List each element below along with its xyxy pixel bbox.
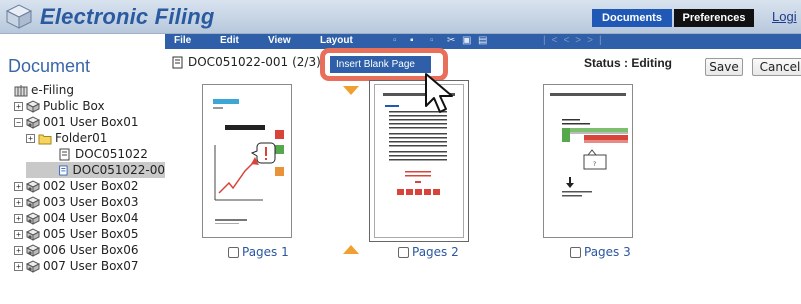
app-header: Electronic Filing Documents Preferences … xyxy=(0,0,801,34)
tree-item-public-box[interactable]: + Public Box xyxy=(14,98,105,114)
tree-label: Folder01 xyxy=(55,131,108,145)
save-icon[interactable]: ▪ xyxy=(410,36,420,46)
insert-blank-page-menu-item[interactable]: Insert Blank Page xyxy=(330,56,431,73)
menu-view[interactable]: View xyxy=(268,35,291,46)
tree-label: DOC051022-00 xyxy=(72,163,165,177)
page-1-checkbox[interactable] xyxy=(228,246,239,258)
tree-label: 007 User Box07 xyxy=(43,259,139,273)
cancel-button[interactable]: Cancel xyxy=(752,58,801,76)
menu-bar: File Edit View Layout ▫ ▪ ▫ ✂ ▣ ▤ |<<>>| xyxy=(165,34,801,49)
expand-toggle-icon[interactable]: + xyxy=(14,213,23,223)
status-text: Status : Editing xyxy=(584,56,672,70)
user-box-icon xyxy=(26,259,40,273)
tree-label: Public Box xyxy=(43,99,105,113)
expand-toggle-icon[interactable]: + xyxy=(14,229,23,239)
page-3-label: Pages 3 xyxy=(584,245,631,259)
tree-item-user-box01[interactable]: − 001 User Box01 xyxy=(14,114,138,130)
tree-item-doc051022-001[interactable]: DOC051022-00 xyxy=(26,162,165,178)
tab-preferences[interactable]: Preferences xyxy=(674,9,754,27)
sidebar-title: Document xyxy=(8,56,91,76)
page-label-2: Pages 2 xyxy=(398,245,459,259)
page-3-checkbox[interactable] xyxy=(570,246,581,258)
insert-position-down-arrow-icon xyxy=(343,86,359,95)
tree-label: e-Filing xyxy=(31,83,74,97)
login-link[interactable]: Logi xyxy=(772,9,797,24)
box-icon xyxy=(26,99,40,113)
tree-item-user-box03[interactable]: + 003 User Box03 xyxy=(14,194,138,210)
tree-item-user-box04[interactable]: + 004 User Box04 xyxy=(14,210,138,226)
collapse-toggle-icon[interactable]: − xyxy=(14,117,23,127)
page-thumbnail-1[interactable] xyxy=(202,84,292,238)
page-1-label: Pages 1 xyxy=(242,245,289,259)
page-info: (2/3) xyxy=(292,55,321,69)
tree-item-doc051022[interactable]: DOC051022 xyxy=(58,146,148,162)
app-title: Electronic Filing xyxy=(40,4,215,29)
page-navigation-arrows-icon[interactable]: |<<>>| xyxy=(543,35,608,46)
user-box-icon xyxy=(26,195,40,209)
print-icon[interactable]: ▫ xyxy=(430,36,440,46)
page-label-1: Pages 1 xyxy=(228,245,289,259)
efiling-logo-icon xyxy=(5,4,33,29)
save-button[interactable]: Save xyxy=(705,58,743,76)
tree-label: 005 User Box05 xyxy=(43,227,139,241)
tab-documents[interactable]: Documents xyxy=(592,9,672,27)
document-icon xyxy=(59,165,68,175)
page-1-content-icon xyxy=(213,99,284,224)
expand-toggle-icon[interactable]: + xyxy=(14,101,23,111)
tree-label: 006 User Box06 xyxy=(43,243,139,257)
expand-toggle-icon[interactable]: + xyxy=(26,133,35,143)
page-2-label: Pages 2 xyxy=(412,245,459,259)
document-icon xyxy=(59,148,70,160)
tree-label: 004 User Box04 xyxy=(43,211,139,225)
expand-toggle-icon[interactable]: + xyxy=(14,245,23,255)
expand-toggle-icon[interactable]: + xyxy=(14,261,23,271)
menu-file[interactable]: File xyxy=(174,35,191,46)
user-box-icon xyxy=(26,211,40,225)
menu-edit[interactable]: Edit xyxy=(220,35,239,46)
tree-item-user-box05[interactable]: + 005 User Box05 xyxy=(14,226,138,242)
document-header: DOC051022-001 (2/3) xyxy=(172,55,321,69)
user-box-icon xyxy=(26,115,40,129)
copy-icon[interactable]: ▣ xyxy=(462,36,472,46)
page-icon[interactable]: ▫ xyxy=(393,36,403,46)
document-icon xyxy=(172,56,183,68)
tree-label: DOC051022 xyxy=(75,147,148,161)
tree-item-user-box02[interactable]: + 002 User Box02 xyxy=(14,178,138,194)
tree-label: 003 User Box03 xyxy=(43,195,139,209)
cut-icon[interactable]: ✂ xyxy=(447,36,457,46)
mouse-pointer-icon xyxy=(425,73,453,113)
tree-item-folder01[interactable]: + Folder01 xyxy=(26,130,107,146)
paste-icon[interactable]: ▤ xyxy=(478,36,488,46)
page-label-3: Pages 3 xyxy=(570,245,631,259)
page-3-content-icon: ? xyxy=(550,93,628,197)
tree-item-efiling[interactable]: e-Filing xyxy=(14,82,74,98)
svg-text:?: ? xyxy=(593,161,596,168)
expand-toggle-icon[interactable]: + xyxy=(14,197,23,207)
page-2-checkbox[interactable] xyxy=(398,246,409,258)
efiling-icon xyxy=(14,84,28,96)
menu-layout[interactable]: Layout xyxy=(320,35,353,46)
folder-icon xyxy=(38,134,52,144)
tree-label: 001 User Box01 xyxy=(43,115,139,129)
user-box-icon xyxy=(26,227,40,241)
insert-position-up-arrow-icon xyxy=(343,245,359,254)
tree-item-user-box06[interactable]: + 006 User Box06 xyxy=(14,242,138,258)
user-box-icon xyxy=(26,179,40,193)
document-name: DOC051022-001 xyxy=(188,55,289,69)
page-thumbnail-3[interactable]: ? xyxy=(543,84,633,238)
user-box-icon xyxy=(26,243,40,257)
tree-item-user-box07[interactable]: + 007 User Box07 xyxy=(14,258,138,274)
expand-toggle-icon[interactable]: + xyxy=(14,181,23,191)
tree-label: 002 User Box02 xyxy=(43,179,139,193)
